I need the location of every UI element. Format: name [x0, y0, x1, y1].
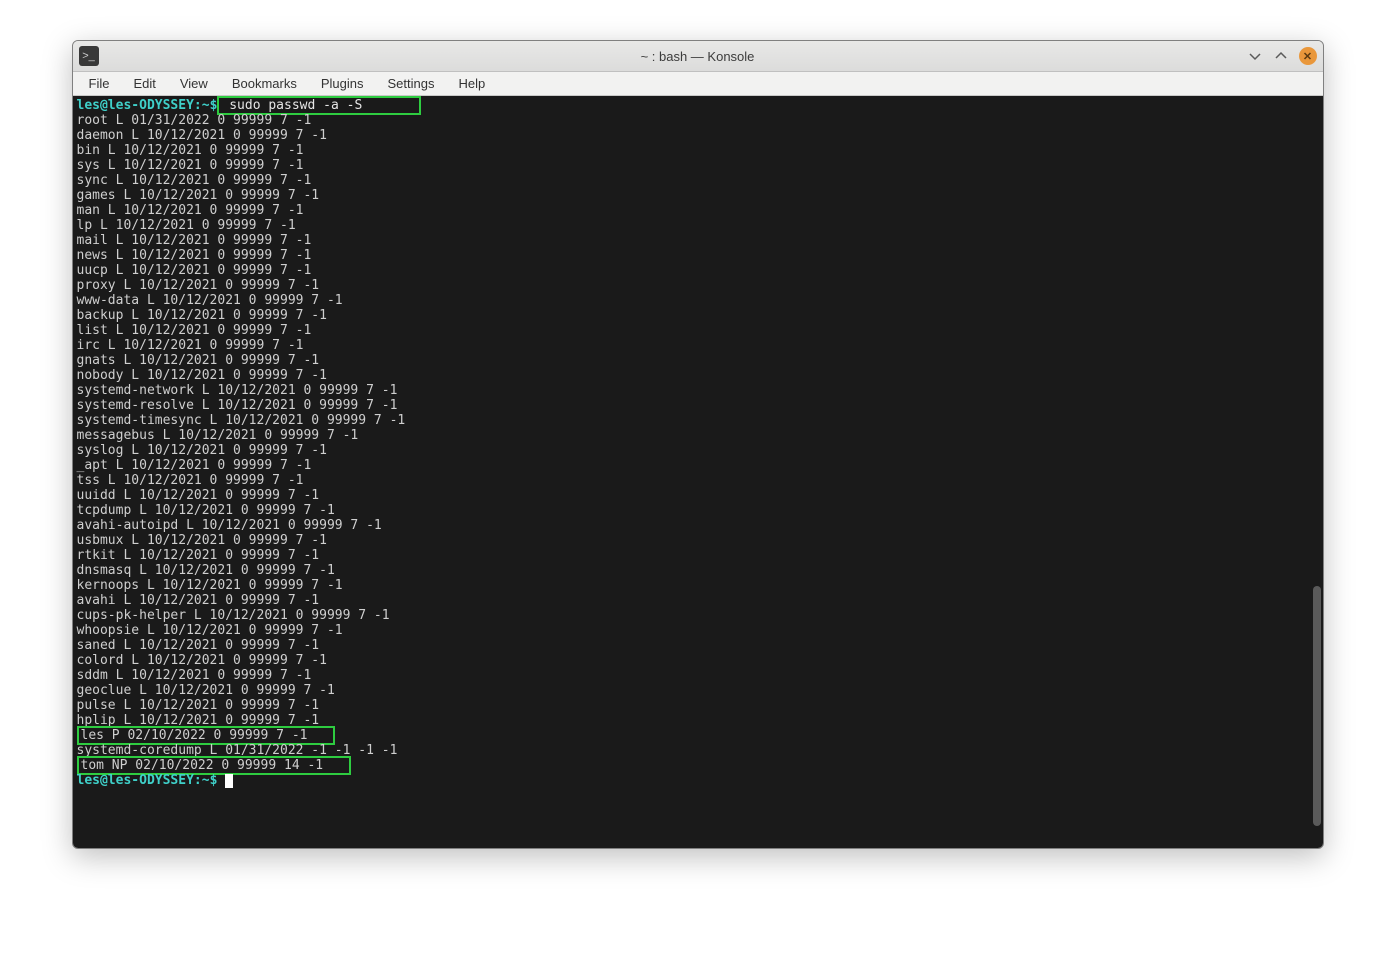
window-title: ~ : bash — Konsole: [73, 49, 1323, 64]
menu-file[interactable]: File: [77, 72, 122, 95]
prompt: les@les-ODYSSEY:~$: [77, 98, 218, 113]
prompt: les@les-ODYSSEY:~$: [77, 773, 218, 788]
cursor: [225, 774, 233, 788]
scrollbar-thumb[interactable]: [1313, 586, 1321, 826]
menu-settings[interactable]: Settings: [375, 72, 446, 95]
close-button[interactable]: ✕: [1299, 47, 1317, 65]
output-block: root L 01/31/2022 0 99999 7 -1 daemon L …: [77, 113, 406, 728]
terminal-viewport[interactable]: les@les-ODYSSEY:~$ sudo passwd -a -S roo…: [73, 96, 1323, 848]
command-text: sudo passwd -a -S: [229, 98, 362, 113]
menu-edit[interactable]: Edit: [121, 72, 167, 95]
menubar: File Edit View Bookmarks Plugins Setting…: [73, 72, 1323, 96]
menu-bookmarks[interactable]: Bookmarks: [220, 72, 309, 95]
konsole-window: >_ ~ : bash — Konsole ✕ File Edit View B…: [72, 40, 1324, 849]
app-icon: >_: [79, 46, 99, 66]
minimize-button[interactable]: [1247, 48, 1263, 64]
maximize-button[interactable]: [1273, 48, 1289, 64]
menu-plugins[interactable]: Plugins: [309, 72, 376, 95]
window-controls: ✕: [1247, 47, 1317, 65]
menu-help[interactable]: Help: [446, 72, 497, 95]
menu-view[interactable]: View: [168, 72, 220, 95]
titlebar[interactable]: >_ ~ : bash — Konsole ✕: [73, 41, 1323, 72]
